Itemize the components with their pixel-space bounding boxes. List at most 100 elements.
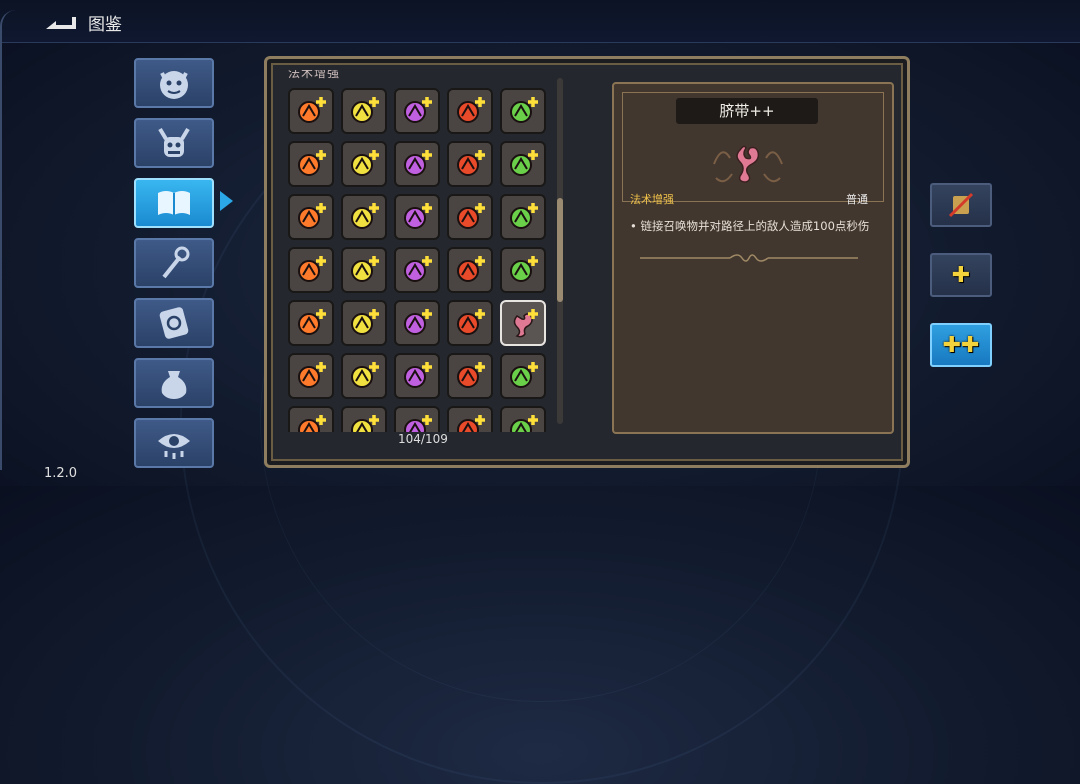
umbilical-icon — [713, 145, 783, 183]
golden-orb-icon — [457, 97, 485, 123]
vortex-icon — [510, 362, 538, 388]
item-name: 脐带++ — [676, 98, 818, 124]
grid-slot[interactable] — [447, 141, 493, 187]
scrollbar-thumb[interactable] — [557, 198, 563, 302]
pouch-icon — [161, 371, 187, 399]
filter-plus-button[interactable]: ✚ — [930, 253, 992, 297]
spell-card-icon — [159, 307, 189, 339]
eye-icon — [158, 434, 190, 459]
page-title: 图鉴 — [88, 15, 122, 35]
grid-slot[interactable] — [500, 406, 546, 432]
collection-count: 104/109 — [398, 432, 448, 446]
compass-icon — [404, 256, 432, 282]
grid-slot[interactable] — [288, 141, 334, 187]
swirl-claw-icon — [351, 362, 379, 388]
split-arrow-icon — [404, 203, 432, 229]
grid-slot[interactable] — [394, 194, 440, 240]
grid-slot[interactable] — [394, 353, 440, 399]
flame-burst-icon — [404, 415, 432, 432]
claw-slash-icon — [351, 97, 379, 123]
grid-slot[interactable] — [500, 194, 546, 240]
back-arrow-icon — [46, 17, 76, 29]
bars-icon — [298, 415, 326, 432]
grid-slot[interactable] — [447, 194, 493, 240]
grid-frame-icon — [510, 256, 538, 282]
active-tab-indicator — [220, 191, 233, 211]
mouse-icon — [510, 150, 538, 176]
category-tab-monsters[interactable] — [134, 58, 214, 108]
version-label: 1.2.0 — [44, 466, 78, 481]
grid-slot[interactable] — [341, 406, 387, 432]
grid-slot[interactable] — [394, 88, 440, 134]
filter-double-plus-button[interactable]: ✚✚ — [930, 323, 992, 367]
grid-section-title: 法术增强 — [288, 70, 341, 80]
lightning-chain-icon — [351, 150, 379, 176]
green-gem-icon — [510, 97, 538, 123]
horned-skull-icon — [158, 127, 190, 157]
grid-slot[interactable] — [341, 300, 387, 346]
larva-icon — [510, 203, 538, 229]
pause-icon — [404, 150, 432, 176]
grid-slot[interactable] — [394, 247, 440, 293]
hook-icon — [457, 362, 485, 388]
grid-slot[interactable] — [394, 300, 440, 346]
blue-crystal-icon — [457, 203, 485, 229]
battery-icon — [457, 256, 485, 282]
grid-scrollbar[interactable] — [557, 78, 563, 424]
category-tab-staffs[interactable] — [134, 238, 214, 288]
flower-burst-icon — [298, 362, 326, 388]
crosshair-icon — [298, 203, 326, 229]
category-tab-curses[interactable] — [134, 418, 214, 468]
grid-slot[interactable] — [447, 353, 493, 399]
wheel-icon — [404, 362, 432, 388]
trend-up-icon — [351, 203, 379, 229]
triple-arrow-icon — [298, 97, 326, 123]
grid-slot[interactable] — [394, 406, 440, 432]
grid-slot[interactable] — [288, 300, 334, 346]
grid-slot[interactable] — [394, 141, 440, 187]
filter-base-button[interactable] — [930, 183, 992, 227]
grid-slot[interactable] — [341, 247, 387, 293]
grid-slot[interactable] — [288, 247, 334, 293]
category-tab-items[interactable] — [134, 358, 214, 408]
spikes-icon — [457, 415, 485, 432]
grid-slot[interactable] — [500, 353, 546, 399]
ornament-divider — [640, 254, 858, 262]
beetle-icon — [351, 415, 379, 432]
fire-burst-icon — [404, 97, 432, 123]
grid-slot[interactable] — [447, 88, 493, 134]
item-grid[interactable]: 法术增强 — [274, 70, 554, 432]
grid-slot[interactable] — [341, 353, 387, 399]
rising-arrows-icon — [351, 256, 379, 282]
slashed-card-icon — [948, 192, 974, 218]
grid-slot[interactable] — [288, 88, 334, 134]
grid-slot[interactable] — [447, 406, 493, 432]
grid-slot[interactable] — [288, 194, 334, 240]
hex-icon — [510, 415, 538, 432]
staff-icon — [162, 246, 190, 279]
double-plus-icon: ✚✚ — [942, 332, 980, 358]
grid-slot[interactable] — [341, 88, 387, 134]
category-tab-spells[interactable] — [134, 298, 214, 348]
grid-slot[interactable] — [288, 406, 334, 432]
grid-slot[interactable] — [500, 300, 546, 346]
category-tab-bosses[interactable] — [134, 118, 214, 168]
item-category: 法术增强 — [630, 193, 674, 206]
grid-slot[interactable] — [500, 141, 546, 187]
potion-icon — [404, 309, 432, 335]
grid-slot[interactable] — [447, 247, 493, 293]
grid-slot[interactable] — [288, 353, 334, 399]
grid-slot[interactable] — [500, 88, 546, 134]
grid-slot[interactable] — [341, 141, 387, 187]
grid-slot[interactable] — [500, 247, 546, 293]
grid-slot[interactable] — [447, 300, 493, 346]
top-bar: 图鉴 — [0, 0, 1080, 43]
chevron-chain-icon — [298, 309, 326, 335]
back-button[interactable] — [42, 9, 78, 33]
target-arrow-icon — [298, 150, 326, 176]
umbilical-icon — [513, 309, 538, 338]
demon-face-icon — [160, 71, 188, 99]
category-tab-spell-enhance[interactable] — [134, 178, 214, 228]
book-icon — [158, 191, 190, 215]
grid-slot[interactable] — [341, 194, 387, 240]
